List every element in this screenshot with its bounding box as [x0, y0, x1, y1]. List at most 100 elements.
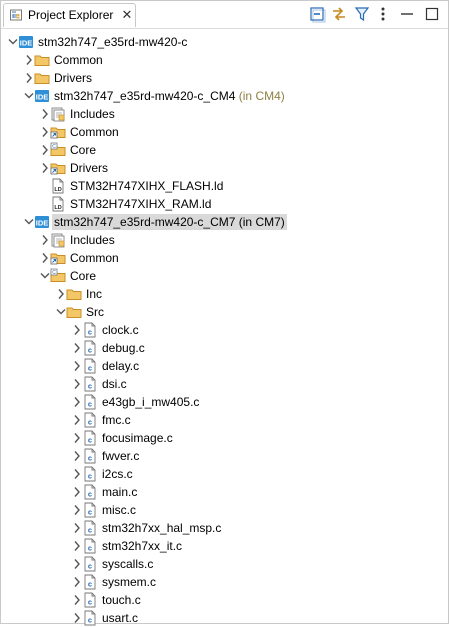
tree-item-label: fwver.c	[100, 448, 141, 464]
tree-item[interactable]: c touch.c	[1, 591, 448, 609]
chevron-right-icon[interactable]	[72, 576, 82, 588]
minimize-icon[interactable]	[398, 5, 416, 23]
tree-item[interactable]: c misc.c	[1, 501, 448, 519]
chevron-down-icon[interactable]	[24, 216, 34, 228]
chevron-right-icon[interactable]	[40, 108, 50, 120]
svg-text:LD: LD	[54, 187, 61, 193]
chevron-down-icon[interactable]	[56, 306, 66, 318]
svg-text:c: c	[88, 400, 92, 409]
tree-item[interactable]: c focusimage.c	[1, 429, 448, 447]
tree-item[interactable]: C Core	[1, 267, 448, 285]
chevron-right-icon[interactable]	[40, 252, 50, 264]
tree-item[interactable]: IDE stm32h747_e35rd-mw420-c_CM7 (in CM7)	[1, 213, 448, 231]
filter-icon[interactable]	[353, 5, 371, 23]
collapse-all-icon[interactable]	[308, 5, 326, 23]
tree-item[interactable]: c debug.c	[1, 339, 448, 357]
svg-text:c: c	[88, 508, 92, 517]
tree-item[interactable]: Includes	[1, 105, 448, 123]
chevron-down-icon[interactable]	[40, 270, 50, 282]
tree-item-label: Common	[52, 52, 105, 68]
chevron-right-icon[interactable]	[40, 144, 50, 156]
chevron-right-icon[interactable]	[40, 126, 50, 138]
svg-text:C: C	[52, 270, 56, 276]
chevron-right-icon[interactable]	[72, 486, 82, 498]
chevron-right-icon[interactable]	[72, 342, 82, 354]
chevron-right-icon[interactable]	[72, 558, 82, 570]
tree-item-label: Includes	[68, 232, 117, 248]
chevron-right-icon[interactable]	[72, 360, 82, 372]
c-file-icon: c	[84, 520, 96, 536]
close-icon[interactable]: ✕	[121, 8, 133, 22]
view-menu-icon[interactable]	[374, 5, 392, 23]
tree-item[interactable]: c stm32h7xx_hal_msp.c	[1, 519, 448, 537]
tree-item-name: STM32H747XIHX_RAM.ld	[70, 197, 212, 211]
tree-item[interactable]: IDE stm32h747_e35rd-mw420-c_CM4 (in CM4)	[1, 87, 448, 105]
tree-item[interactable]: Common	[1, 51, 448, 69]
svg-text:c: c	[88, 418, 92, 427]
chevron-right-icon[interactable]	[72, 414, 82, 426]
c-file-icon: c	[84, 412, 96, 428]
tree-item[interactable]: IDE stm32h747_e35rd-mw420-c	[1, 33, 448, 51]
tree-item[interactable]: c clock.c	[1, 321, 448, 339]
chevron-right-icon[interactable]	[72, 396, 82, 408]
chevron-right-icon[interactable]	[72, 432, 82, 444]
tree-item[interactable]: c sysmem.c	[1, 573, 448, 591]
chevron-right-icon[interactable]	[40, 162, 50, 174]
c-file-icon: c	[84, 466, 96, 482]
chevron-down-icon[interactable]	[8, 36, 18, 48]
tree-item[interactable]: c delay.c	[1, 357, 448, 375]
tree-item[interactable]: C Core	[1, 141, 448, 159]
chevron-right-icon[interactable]	[72, 504, 82, 516]
tree-item[interactable]: c dsi.c	[1, 375, 448, 393]
c-file-icon: c	[84, 448, 96, 464]
tree-item-label: stm32h7xx_it.c	[100, 538, 184, 554]
includes-icon	[51, 233, 65, 248]
c-file-icon: c	[84, 538, 96, 554]
chevron-right-icon[interactable]	[24, 54, 34, 66]
chevron-right-icon[interactable]	[72, 378, 82, 390]
tree-item[interactable]: Drivers	[1, 69, 448, 87]
ld-file-icon: LD	[52, 178, 64, 194]
c-file-icon: c	[84, 376, 96, 392]
chevron-right-icon[interactable]	[72, 612, 82, 624]
tree-item[interactable]: Src	[1, 303, 448, 321]
tree-item[interactable]: Drivers	[1, 159, 448, 177]
chevron-right-icon[interactable]	[72, 522, 82, 534]
tree-item[interactable]: c main.c	[1, 483, 448, 501]
chevron-right-icon[interactable]	[72, 324, 82, 336]
tree-item[interactable]: LD STM32H747XIHX_RAM.ld	[1, 195, 448, 213]
chevron-right-icon[interactable]	[24, 72, 34, 84]
chevron-right-icon[interactable]	[72, 540, 82, 552]
tree-item-name: stm32h7xx_hal_msp.c	[102, 521, 222, 535]
project-explorer-icon	[10, 9, 22, 21]
project-icon: IDE	[19, 36, 33, 48]
link-with-editor-icon[interactable]	[330, 5, 348, 23]
tree-item[interactable]: c fwver.c	[1, 447, 448, 465]
c-file-icon: c	[84, 394, 96, 410]
tree-item[interactable]: c stm32h7xx_it.c	[1, 537, 448, 555]
chevron-right-icon[interactable]	[72, 450, 82, 462]
tree-item[interactable]: c fmc.c	[1, 411, 448, 429]
tree-item-name: Core	[70, 143, 97, 157]
includes-icon	[51, 107, 65, 122]
chevron-right-icon[interactable]	[72, 468, 82, 480]
chevron-down-icon[interactable]	[24, 90, 34, 102]
project-explorer-tab[interactable]: Project Explorer ✕	[3, 3, 136, 27]
tree-item[interactable]: Common	[1, 123, 448, 141]
tree-item[interactable]: LD STM32H747XIHX_FLASH.ld	[1, 177, 448, 195]
tree-item[interactable]: Includes	[1, 231, 448, 249]
tree-item-label: debug.c	[100, 340, 147, 356]
tree-item[interactable]: Inc	[1, 285, 448, 303]
tree-item[interactable]: c i2cs.c	[1, 465, 448, 483]
folder-icon	[66, 289, 82, 300]
tree-item[interactable]: Common	[1, 249, 448, 267]
chevron-right-icon[interactable]	[56, 288, 66, 300]
tree-item-name: stm32h747_e35rd-mw420-c_CM7	[54, 215, 236, 229]
chevron-right-icon[interactable]	[72, 594, 82, 606]
chevron-right-icon[interactable]	[40, 234, 50, 246]
tree-item[interactable]: c usart.c	[1, 609, 448, 627]
c-file-icon: c	[84, 484, 96, 500]
tree-item[interactable]: c e43gb_i_mw405.c	[1, 393, 448, 411]
maximize-icon[interactable]	[423, 5, 441, 23]
tree-item[interactable]: c syscalls.c	[1, 555, 448, 573]
